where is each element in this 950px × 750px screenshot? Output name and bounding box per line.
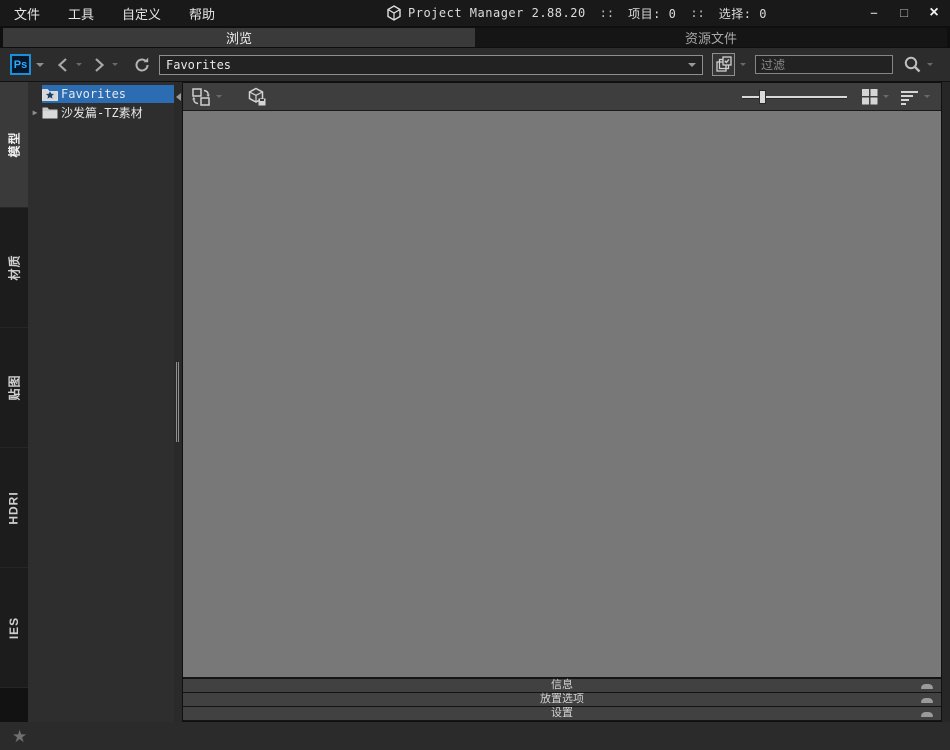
forward-button[interactable]	[91, 57, 107, 73]
relink-options-caret-icon[interactable]	[216, 95, 222, 98]
layers-check-icon	[715, 55, 732, 72]
tab-materials[interactable]: 材质	[0, 208, 28, 328]
expander-triangle-icon[interactable]: ▶	[28, 108, 42, 117]
back-history-caret-icon[interactable]	[76, 63, 82, 66]
tab-ies-label: IES	[7, 616, 21, 639]
rollout-placement-label: 放置选项	[540, 693, 584, 705]
page-tabs: 浏览 资源文件	[0, 26, 950, 48]
search-options-caret-icon[interactable]	[927, 63, 933, 66]
titlebar: 文件 工具 自定义 帮助 Project Manager 2.88.20 :: …	[0, 0, 950, 26]
title-separator: ::	[599, 6, 615, 20]
view-mode-caret-icon[interactable]	[883, 95, 889, 98]
minimize-icon[interactable]: –	[866, 5, 882, 21]
rollout-collapse-icon[interactable]	[921, 698, 933, 703]
refresh-button[interactable]	[133, 56, 151, 74]
address-dropdown-caret-icon[interactable]	[688, 62, 696, 67]
thumbnail-size-slider[interactable]	[742, 89, 847, 104]
project-manager-window: 文件 工具 自定义 帮助 Project Manager 2.88.20 :: …	[0, 0, 950, 750]
photoshop-dropdown-caret-icon[interactable]	[36, 62, 44, 67]
tab-models-label: 模型	[7, 131, 22, 158]
window-title-block: Project Manager 2.88.20 :: 项目: 0 :: 选择: …	[386, 0, 767, 26]
sync-squares-icon	[192, 87, 210, 106]
sort-options-caret-icon[interactable]	[924, 95, 930, 98]
tab-asset-files[interactable]: 资源文件	[475, 28, 947, 47]
menu-customize[interactable]: 自定义	[122, 4, 161, 23]
sort-lines-icon	[901, 90, 918, 105]
photoshop-button[interactable]: Ps	[10, 54, 31, 75]
selection-count: 选择: 0	[718, 6, 767, 21]
rollout-collapse-icon[interactable]	[921, 684, 933, 689]
rollout-panels: 信息 放置选项 设置	[183, 677, 941, 721]
splitter-grip[interactable]	[176, 362, 177, 442]
tree-item-label: 沙发篇-TZ素材	[61, 105, 143, 120]
rollout-placement-options[interactable]: 放置选项	[183, 693, 941, 706]
content-panel: 信息 放置选项 设置	[182, 82, 942, 722]
tab-browse[interactable]: 浏览	[3, 28, 475, 47]
app-logo-cube-icon	[387, 5, 401, 21]
tree-item-favorites[interactable]: Favorites	[28, 85, 174, 103]
slider-thumb[interactable]	[759, 89, 766, 104]
folder-icon	[42, 107, 58, 118]
tab-textures[interactable]: 贴图	[0, 328, 28, 448]
rollout-info-label: 信息	[551, 679, 573, 691]
content-toolbar	[183, 83, 941, 111]
category-tabs: 模型 材质 贴图 HDRI IES	[0, 82, 28, 722]
sort-button[interactable]	[900, 89, 919, 105]
tab-models[interactable]: 模型	[0, 82, 28, 208]
category-filter-button[interactable]	[712, 53, 735, 76]
save-model-button[interactable]	[247, 87, 267, 107]
menu-tools[interactable]: 工具	[68, 4, 94, 23]
category-tabs-filler	[0, 688, 28, 722]
statusbar: ★	[0, 722, 950, 750]
asset-browser-canvas[interactable]	[183, 111, 941, 677]
grid-view-icon	[862, 89, 878, 105]
view-mode-button[interactable]	[861, 88, 878, 105]
category-filter-caret-icon[interactable]	[740, 63, 746, 66]
title-separator: ::	[690, 6, 705, 20]
favorites-folder-icon	[42, 88, 58, 101]
address-combobox[interactable]: Favorites	[159, 54, 703, 75]
project-count: 项目: 0	[628, 6, 677, 21]
rollout-info[interactable]: 信息	[183, 679, 941, 692]
rollout-collapse-icon[interactable]	[921, 712, 933, 717]
favorites-star-icon[interactable]: ★	[12, 728, 27, 745]
panel-splitter[interactable]	[174, 82, 182, 722]
tree-item-label: Favorites	[61, 87, 127, 101]
relink-assets-button[interactable]	[191, 87, 211, 107]
close-icon[interactable]: ×	[926, 5, 942, 21]
slider-track[interactable]	[742, 95, 847, 99]
main-area: 模型 材质 贴图 HDRI IES Favorites ▶ 沙发篇-TZ素材 信…	[0, 82, 950, 722]
address-value: Favorites	[166, 57, 232, 72]
menu-help[interactable]: 帮助	[189, 4, 215, 23]
search-button[interactable]	[903, 55, 922, 74]
folder-tree: Favorites ▶ 沙发篇-TZ素材	[28, 82, 174, 722]
forward-history-caret-icon[interactable]	[112, 63, 118, 66]
cube-save-icon	[248, 87, 266, 105]
menubar: 文件 工具 自定义 帮助	[0, 4, 215, 23]
tab-textures-label: 贴图	[7, 374, 22, 401]
tab-hdri[interactable]: HDRI	[0, 448, 28, 568]
splitter-grip[interactable]	[178, 362, 179, 442]
back-button[interactable]	[55, 57, 71, 73]
navigation-toolbar: Ps Favorites	[0, 48, 950, 82]
rollout-settings-label: 设置	[551, 707, 573, 719]
rollout-settings[interactable]: 设置	[183, 707, 941, 720]
search-icon	[904, 56, 921, 73]
filter-input[interactable]	[755, 55, 893, 74]
menu-file[interactable]: 文件	[14, 4, 40, 23]
maximize-icon[interactable]: □	[896, 5, 912, 21]
collapse-panel-arrow-icon[interactable]	[174, 90, 182, 104]
tree-item-sofa-folder[interactable]: ▶ 沙发篇-TZ素材	[28, 103, 174, 121]
tab-hdri-label: HDRI	[7, 490, 21, 525]
right-gutter	[942, 82, 950, 722]
window-controls: – □ ×	[866, 0, 942, 26]
window-title: Project Manager 2.88.20	[408, 6, 586, 20]
tab-ies[interactable]: IES	[0, 568, 28, 688]
tab-materials-label: 材质	[7, 254, 22, 281]
